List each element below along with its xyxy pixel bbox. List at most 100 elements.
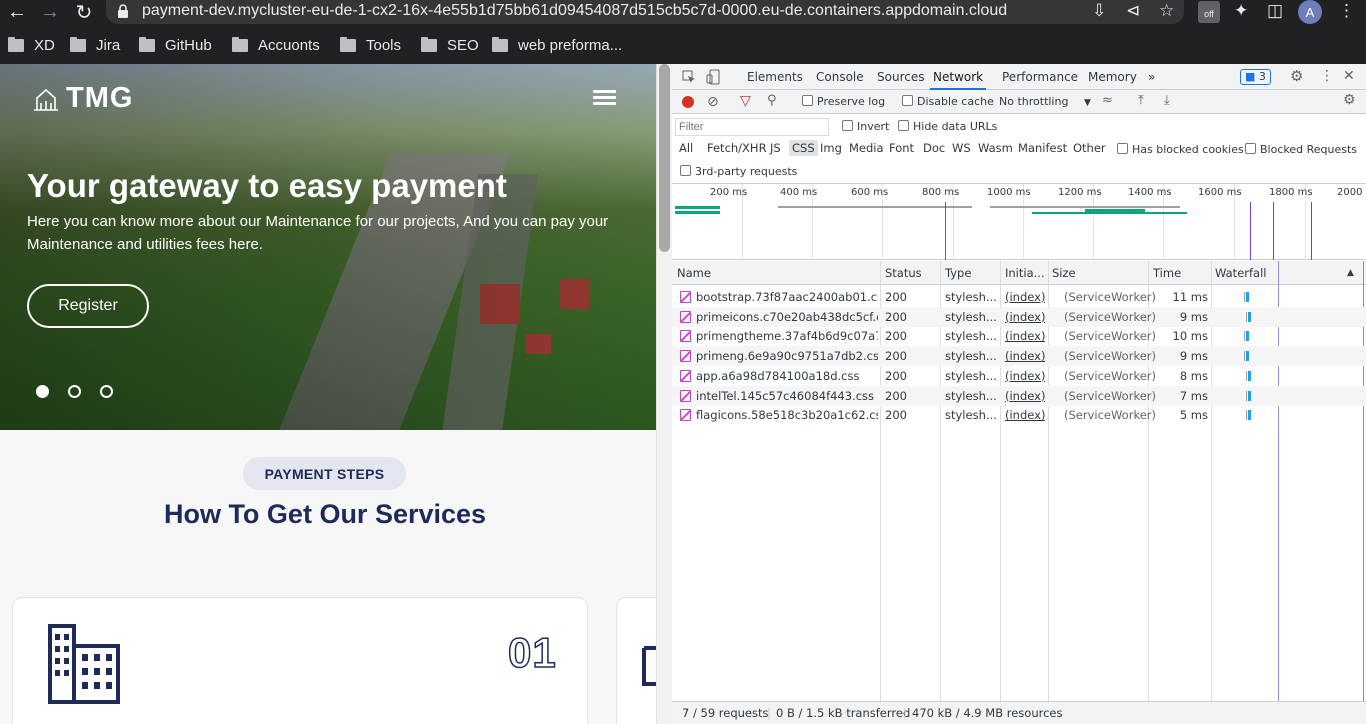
column-waterfall[interactable]: Waterfall <box>1215 266 1266 280</box>
request-name[interactable]: bootstrap.73f87aac2400ab01.css <box>680 287 878 307</box>
filter-type-css[interactable]: CSS <box>789 140 818 156</box>
devtools-menu-icon[interactable]: ⋮ <box>1320 68 1334 84</box>
carousel-dot[interactable] <box>100 385 113 398</box>
filter-type-wasm[interactable]: Wasm <box>975 140 1016 156</box>
checkbox[interactable] <box>842 120 853 131</box>
filter-type-media[interactable]: Media <box>846 140 887 156</box>
request-initiator-link[interactable]: (index) <box>1005 386 1045 406</box>
filter-type-all[interactable]: All <box>676 140 696 156</box>
filter-input[interactable] <box>675 118 829 136</box>
address-bar[interactable]: payment-dev.mycluster-eu-de-1-cx2-16x-4e… <box>106 0 1184 24</box>
bookmark-seo[interactable]: SEO <box>421 35 479 55</box>
blocked-requests-checkbox[interactable]: Blocked Requests <box>1245 143 1357 156</box>
tab-memory[interactable]: Memory <box>1088 64 1137 90</box>
request-name[interactable]: app.a6a98d784100a18d.css <box>680 366 878 386</box>
request-initiator-link[interactable]: (index) <box>1005 405 1045 425</box>
carousel-dot-active[interactable] <box>36 385 49 398</box>
preserve-log-checkbox[interactable]: Preserve log <box>802 95 885 108</box>
import-har-icon[interactable]: ⤒ <box>1138 93 1144 108</box>
checkbox[interactable] <box>680 165 691 176</box>
column-size[interactable]: Size <box>1052 266 1076 280</box>
invert-checkbox[interactable]: Invert <box>842 120 889 133</box>
request-initiator-link[interactable]: (index) <box>1005 366 1045 386</box>
request-initiator-link[interactable]: (index) <box>1005 307 1045 327</box>
record-icon[interactable] <box>682 96 694 108</box>
checkbox[interactable] <box>1245 143 1256 154</box>
search-icon[interactable]: ⚲ <box>767 93 777 108</box>
settings-gear-icon[interactable]: ⚙ <box>1290 67 1303 85</box>
filter-type-font[interactable]: Font <box>886 140 917 156</box>
network-conditions-icon[interactable]: ≈ <box>1102 93 1113 108</box>
bookmark-github[interactable]: GitHub <box>139 35 212 55</box>
table-row[interactable]: primeicons.c70e20ab438dc5cf.css 200 styles… <box>672 306 1366 327</box>
forward-icon[interactable]: → <box>36 0 64 24</box>
export-har-icon[interactable]: ⤓ <box>1164 93 1170 108</box>
tab-sources[interactable]: Sources <box>877 64 924 90</box>
bookmark-web-performance[interactable]: web preforma... <box>492 35 622 55</box>
has-blocked-cookies-checkbox[interactable]: Has blocked cookies <box>1117 143 1244 156</box>
checkbox[interactable] <box>898 120 909 131</box>
table-row[interactable]: app.a6a98d784100a18d.css 200 stylesh... (in… <box>672 366 1366 386</box>
request-name[interactable]: flagicons.58e518c3b20a1c62.css <box>680 405 878 425</box>
filter-type-fetch-xhr[interactable]: Fetch/XHR <box>704 140 770 156</box>
network-overview-timeline[interactable]: 200 ms 400 ms 600 ms 800 ms 1000 ms 1200… <box>672 184 1366 260</box>
sidepanel-icon[interactable]: ◫ <box>1267 1 1283 21</box>
hide-data-urls-checkbox[interactable]: Hide data URLs <box>898 120 997 133</box>
network-settings-gear-icon[interactable]: ⚙ <box>1343 92 1356 108</box>
table-row[interactable]: primengtheme.37af4b6d9c07a7... 200 stylesh… <box>672 326 1366 346</box>
filter-type-ws[interactable]: WS <box>949 140 974 156</box>
filter-type-js[interactable]: JS <box>767 140 784 156</box>
column-status[interactable]: Status <box>885 266 922 280</box>
inspect-element-icon[interactable] <box>682 70 696 84</box>
device-toolbar-icon[interactable] <box>706 69 720 85</box>
disable-cache-checkbox[interactable]: Disable cache <box>902 95 994 108</box>
register-button[interactable]: Register <box>27 284 149 328</box>
scrollbar-thumb[interactable] <box>659 64 670 252</box>
bookmark-jira[interactable]: Jira <box>70 35 120 55</box>
column-initiator[interactable]: Initia... <box>1005 266 1045 280</box>
request-name[interactable]: intelTel.145c57c46084f443.css <box>680 386 878 406</box>
column-time[interactable]: Time <box>1153 266 1181 280</box>
hamburger-menu-icon[interactable] <box>593 90 616 106</box>
extension-off-icon[interactable]: off <box>1198 1 1220 23</box>
tab-performance[interactable]: Performance <box>1002 64 1078 90</box>
tab-network[interactable]: Network <box>930 64 987 90</box>
throttling-select[interactable]: No throttling ▼ <box>999 95 1091 108</box>
star-icon[interactable]: ☆ <box>1159 1 1174 21</box>
page-scrollbar[interactable] <box>656 64 672 724</box>
tab-elements[interactable]: Elements <box>747 64 803 90</box>
sort-ascending-icon[interactable]: ▲ <box>1347 268 1354 278</box>
filter-type-img[interactable]: Img <box>817 140 845 156</box>
table-row[interactable]: bootstrap.73f87aac2400ab01.css 200 stylesh… <box>672 287 1366 307</box>
issues-badge[interactable]: ■ 3 <box>1240 69 1271 85</box>
tab-console[interactable]: Console <box>816 64 864 90</box>
more-tabs-icon[interactable]: » <box>1148 64 1155 90</box>
back-icon[interactable]: ← <box>3 0 31 24</box>
puzzle-icon[interactable]: ✦ <box>1234 1 1248 21</box>
column-name[interactable]: Name <box>677 266 711 280</box>
close-devtools-icon[interactable]: ✕ <box>1343 68 1355 84</box>
carousel-dot[interactable] <box>68 385 81 398</box>
install-icon[interactable]: ⇩ <box>1092 1 1106 21</box>
bookmark-xd[interactable]: XD <box>8 35 55 55</box>
share-icon[interactable]: ⊲ <box>1126 1 1140 21</box>
bookmark-accuonts[interactable]: Accuonts <box>232 35 320 55</box>
request-initiator-link[interactable]: (index) <box>1005 326 1045 346</box>
filter-type-other[interactable]: Other <box>1070 140 1109 156</box>
third-party-checkbox[interactable]: 3rd-party requests <box>680 165 797 178</box>
table-row[interactable]: intelTel.145c57c46084f443.css 200 stylesh.… <box>672 385 1366 406</box>
checkbox[interactable] <box>802 95 813 106</box>
filter-type-doc[interactable]: Doc <box>920 140 948 156</box>
checkbox[interactable] <box>902 95 913 106</box>
clear-icon[interactable]: ⊘ <box>707 94 719 110</box>
table-row[interactable]: primeng.6e9a90c9751a7db2.css 200 stylesh..… <box>672 346 1366 367</box>
request-initiator-link[interactable]: (index) <box>1005 346 1045 366</box>
filter-type-manifest[interactable]: Manifest <box>1015 140 1070 156</box>
checkbox[interactable] <box>1117 143 1128 154</box>
table-row[interactable]: flagicons.58e518c3b20a1c62.css 200 stylesh… <box>672 405 1366 425</box>
request-name[interactable]: primeicons.c70e20ab438dc5cf.css <box>680 307 878 327</box>
bookmark-tools[interactable]: Tools <box>340 35 401 55</box>
filter-funnel-icon[interactable]: ▽ <box>740 93 751 109</box>
site-logo[interactable]: TMG <box>32 82 133 115</box>
request-name[interactable]: primengtheme.37af4b6d9c07a7... <box>680 326 878 346</box>
